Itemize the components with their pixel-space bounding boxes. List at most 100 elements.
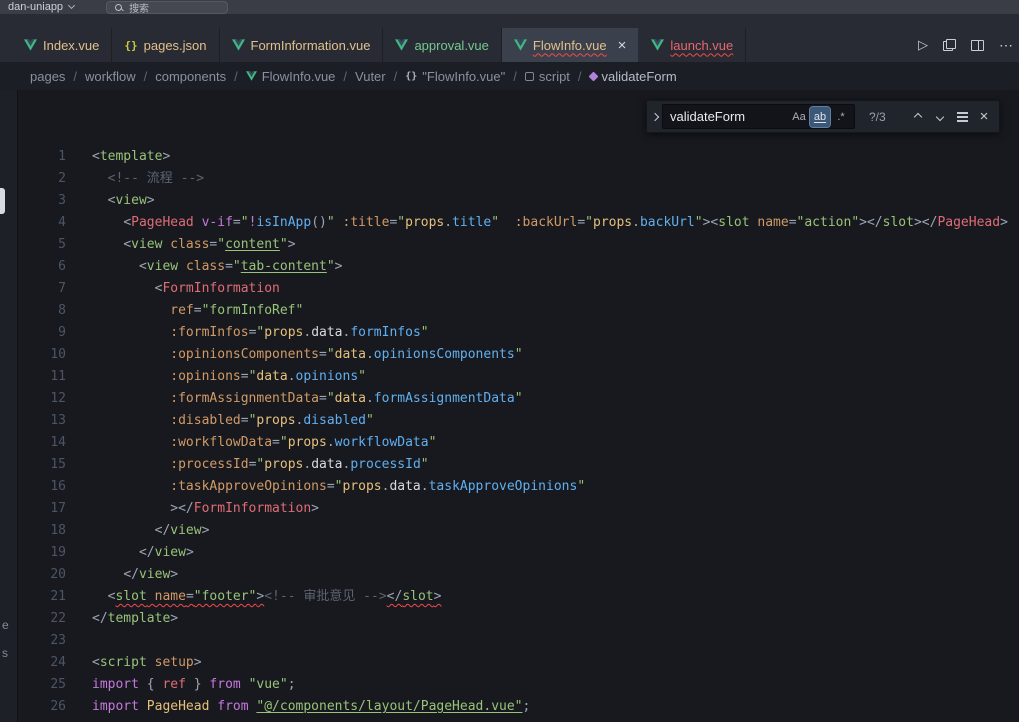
code-line[interactable]: 4 <PageHead v-if="!isInApp()" :title="pr… bbox=[18, 212, 1019, 234]
previous-match-button[interactable] bbox=[907, 106, 929, 128]
line-number: 12 bbox=[18, 388, 66, 410]
line-number: 1 bbox=[18, 146, 66, 168]
code-line[interactable]: 3 <view> bbox=[18, 190, 1019, 212]
vue-icon bbox=[24, 39, 37, 51]
code-line[interactable]: 24<script setup> bbox=[18, 652, 1019, 674]
close-icon[interactable]: × bbox=[618, 38, 627, 53]
whole-word-button[interactable]: ab bbox=[810, 107, 830, 127]
regex-button[interactable]: .* bbox=[831, 107, 851, 127]
code-line[interactable]: 11 :opinions="data.opinions" bbox=[18, 366, 1019, 388]
tab-label: Index.vue bbox=[43, 38, 99, 53]
code-line[interactable]: 20 </view> bbox=[18, 564, 1019, 586]
vue-icon bbox=[246, 71, 257, 81]
line-number: 20 bbox=[18, 564, 66, 586]
code-line[interactable]: 6 <view class="tab-content"> bbox=[18, 256, 1019, 278]
breadcrumb-item-flowinfo-symbol[interactable]: {} "FlowInfo.vue" bbox=[405, 69, 505, 84]
tab-flowinfo-vue[interactable]: FlowInfo.vue × bbox=[502, 28, 639, 62]
open-changes-icon bbox=[943, 39, 956, 51]
code-line[interactable]: 26import PageHead from "@/components/lay… bbox=[18, 696, 1019, 718]
match-case-button[interactable]: Aa bbox=[789, 107, 809, 127]
breadcrumb-item-workflow[interactable]: workflow bbox=[85, 69, 136, 84]
tab-approval-vue[interactable]: approval.vue bbox=[383, 28, 501, 62]
code-line[interactable]: 16 :taskApproveOpinions="props.data.task… bbox=[18, 476, 1019, 498]
code-line[interactable]: 12 :formAssignmentData="data.formAssignm… bbox=[18, 388, 1019, 410]
find-input[interactable] bbox=[670, 109, 788, 124]
vue-icon bbox=[651, 39, 664, 51]
code-line[interactable]: 18 </view> bbox=[18, 520, 1019, 542]
breadcrumb-item-pages[interactable]: pages bbox=[30, 69, 65, 84]
breadcrumb-item-components[interactable]: components bbox=[155, 69, 226, 84]
sidebar-indicator bbox=[0, 188, 5, 214]
find-input-box[interactable]: Aa ab .* bbox=[662, 104, 855, 129]
code-line[interactable]: 25import { ref } from "vue"; bbox=[18, 674, 1019, 696]
tab-label: launch.vue bbox=[670, 38, 733, 53]
braces-icon: {} bbox=[405, 71, 417, 82]
close-find-button[interactable]: × bbox=[973, 106, 995, 128]
title-bar: dan-uniapp 搜索 bbox=[0, 0, 1019, 14]
line-number: 26 bbox=[18, 696, 66, 718]
code-line[interactable]: 17 ></FormInformation> bbox=[18, 498, 1019, 520]
code-line[interactable]: 1<template> bbox=[18, 146, 1019, 168]
code-line[interactable]: 19 </view> bbox=[18, 542, 1019, 564]
breadcrumb-separator: / bbox=[578, 69, 582, 84]
line-number: 11 bbox=[18, 366, 66, 388]
method-symbol-icon bbox=[588, 71, 598, 81]
code-line[interactable]: 15 :processId="props.data.processId" bbox=[18, 454, 1019, 476]
more-actions-button[interactable]: ⋯ bbox=[999, 37, 1014, 54]
tab-index-vue[interactable]: Index.vue bbox=[12, 28, 112, 62]
breadcrumb-separator: / bbox=[343, 69, 347, 84]
global-search-box[interactable]: 搜索 bbox=[106, 1, 228, 14]
tab-pages-json[interactable]: {} pages.json bbox=[112, 28, 219, 62]
code-line[interactable]: 2 <!-- 流程 --> bbox=[18, 168, 1019, 190]
chevron-down-icon bbox=[68, 2, 75, 9]
line-number: 14 bbox=[18, 432, 66, 454]
breadcrumb-separator: / bbox=[513, 69, 517, 84]
project-name-menu[interactable]: dan-uniapp bbox=[8, 1, 74, 13]
project-name-label: dan-uniapp bbox=[8, 1, 63, 13]
braces-icon: {} bbox=[124, 39, 137, 52]
tab-label: approval.vue bbox=[414, 38, 488, 53]
toggle-replace-chevron[interactable] bbox=[647, 101, 662, 132]
breadcrumb-item-validateform[interactable]: validateForm bbox=[590, 69, 677, 84]
code-line[interactable]: 7 <FormInformation bbox=[18, 278, 1019, 300]
code-line[interactable]: 10 :opinionsComponents="data.opinionsCom… bbox=[18, 344, 1019, 366]
code-line[interactable]: 21 <slot name="footer"><!-- 审批意见 --></sl… bbox=[18, 586, 1019, 608]
tab-forminformation-vue[interactable]: FormInformation.vue bbox=[220, 28, 384, 62]
tab-launch-vue[interactable]: launch.vue bbox=[639, 28, 746, 62]
vue-icon bbox=[232, 39, 245, 51]
code-line[interactable]: 14 :workflowData="props.workflowData" bbox=[18, 432, 1019, 454]
code-line[interactable]: 23 bbox=[18, 630, 1019, 652]
breadcrumb-separator: / bbox=[144, 69, 148, 84]
find-in-selection-icon bbox=[957, 111, 968, 122]
code-line[interactable]: 13 :disabled="props.disabled" bbox=[18, 410, 1019, 432]
code-line[interactable]: 5 <view class="content"> bbox=[18, 234, 1019, 256]
split-editor-button[interactable] bbox=[971, 40, 984, 51]
line-number: 19 bbox=[18, 542, 66, 564]
run-button[interactable]: ▷ bbox=[918, 37, 928, 53]
breadcrumb-item-vuter[interactable]: Vuter bbox=[355, 69, 386, 84]
line-number: 8 bbox=[18, 300, 66, 322]
code-line[interactable]: 9 :formInfos="props.data.formInfos" bbox=[18, 322, 1019, 344]
open-changes-button[interactable] bbox=[943, 39, 956, 51]
editor-area: e s Aa ab .* ?/3 × 1<template>2 <!-- 流程 … bbox=[0, 90, 1019, 722]
line-number: 16 bbox=[18, 476, 66, 498]
code-line[interactable]: 8 ref="formInfoRef" bbox=[18, 300, 1019, 322]
line-number: 23 bbox=[18, 630, 66, 652]
next-match-button[interactable] bbox=[929, 106, 951, 128]
global-search-label: 搜索 bbox=[129, 0, 149, 15]
vue-icon bbox=[395, 39, 408, 51]
code-lines: 1<template>2 <!-- 流程 -->3 <view>4 <PageH… bbox=[18, 146, 1019, 718]
line-number: 15 bbox=[18, 454, 66, 476]
line-number: 25 bbox=[18, 674, 66, 696]
sidebar-text-fragment: s bbox=[2, 646, 8, 660]
breadcrumb-item-flowinfo-file[interactable]: FlowInfo.vue bbox=[246, 69, 336, 84]
line-number: 5 bbox=[18, 234, 66, 256]
code-line[interactable]: 22</template> bbox=[18, 608, 1019, 630]
line-number: 17 bbox=[18, 498, 66, 520]
find-in-selection-button[interactable] bbox=[951, 106, 973, 128]
sidebar-text-fragment: e bbox=[2, 618, 9, 632]
breadcrumb-item-script[interactable]: script bbox=[525, 69, 570, 84]
tab-label: pages.json bbox=[144, 38, 207, 53]
chevron-down-icon bbox=[936, 112, 944, 120]
code-editor[interactable]: Aa ab .* ?/3 × 1<template>2 <!-- 流程 -->3… bbox=[18, 90, 1019, 722]
